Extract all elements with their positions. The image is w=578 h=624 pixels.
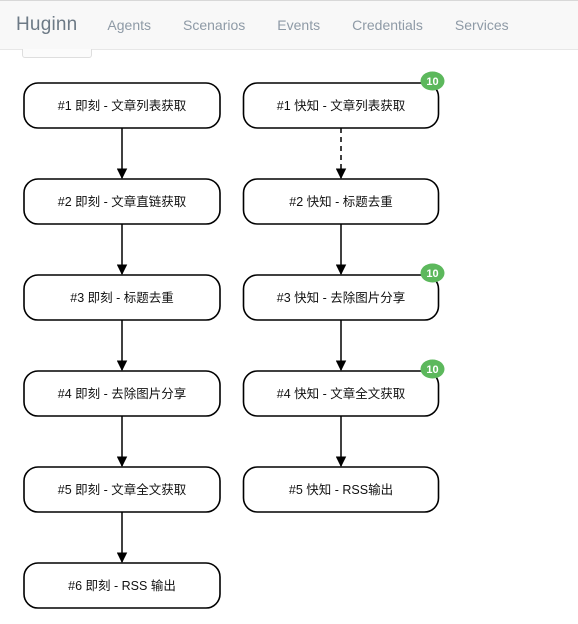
- agent-node[interactable]: #3 快知 - 去除图片分享 10: [242, 263, 445, 321]
- agent-node[interactable]: #5 快知 - RSS输出: [242, 466, 440, 513]
- agent-node-label: #3 即刻 - 标题去重: [70, 290, 174, 305]
- agent-node[interactable]: #1 即刻 - 文章列表获取: [23, 82, 221, 129]
- agent-node[interactable]: #3 即刻 - 标题去重: [23, 274, 221, 321]
- agent-node-label: #1 即刻 - 文章列表获取: [58, 98, 187, 113]
- nodes-layer: #1 即刻 - 文章列表获取 #2 即刻 - 文章直链获取 #3 即刻 - 标题去重…: [23, 71, 445, 609]
- agent-node[interactable]: #4 即刻 - 去除图片分享: [23, 370, 221, 417]
- agent-node-label: #2 快知 - 标题去重: [289, 194, 393, 209]
- flow-graph-svg: #1 即刻 - 文章列表获取 #2 即刻 - 文章直链获取 #3 即刻 - 标题去重…: [23, 71, 445, 609]
- agent-node-label: #5 快知 - RSS输出: [289, 482, 393, 497]
- agent-node[interactable]: #2 快知 - 标题去重: [242, 178, 440, 225]
- event-count-badge-label: 10: [426, 364, 438, 376]
- agent-node-label: #3 快知 - 去除图片分享: [277, 290, 406, 305]
- agent-node-label: #4 即刻 - 去除图片分享: [58, 386, 187, 401]
- agent-node-label: #1 快知 - 文章列表获取: [277, 98, 406, 113]
- agent-node[interactable]: #2 即刻 - 文章直链获取: [23, 178, 221, 225]
- agent-flow-diagram: #1 即刻 - 文章列表获取 #2 即刻 - 文章直链获取 #3 即刻 - 标题去重…: [0, 50, 578, 624]
- agent-node-label: #4 快知 - 文章全文获取: [277, 386, 406, 401]
- brand-logo-huginn[interactable]: Huginn: [0, 14, 91, 36]
- event-count-badge-label: 10: [426, 268, 438, 280]
- nav-item-events[interactable]: Events: [261, 17, 336, 33]
- agent-node[interactable]: #4 快知 - 文章全文获取 10: [242, 359, 445, 417]
- agent-node[interactable]: #6 即刻 - RSS 输出: [23, 562, 221, 609]
- agent-node-label: #2 即刻 - 文章直链获取: [58, 194, 187, 209]
- agent-node[interactable]: #1 快知 - 文章列表获取 10: [242, 71, 445, 129]
- agent-node[interactable]: #5 即刻 - 文章全文获取: [23, 466, 221, 513]
- nav-item-agents[interactable]: Agents: [91, 17, 167, 33]
- nav-item-scenarios[interactable]: Scenarios: [167, 17, 261, 33]
- navbar: Huginn Agents Scenarios Events Credentia…: [0, 0, 578, 50]
- agent-node-label: #5 即刻 - 文章全文获取: [58, 482, 187, 497]
- nav-item-services[interactable]: Services: [439, 17, 525, 33]
- nav-item-credentials[interactable]: Credentials: [336, 17, 439, 33]
- agent-node-label: #6 即刻 - RSS 输出: [68, 578, 176, 593]
- event-count-badge-label: 10: [426, 76, 438, 88]
